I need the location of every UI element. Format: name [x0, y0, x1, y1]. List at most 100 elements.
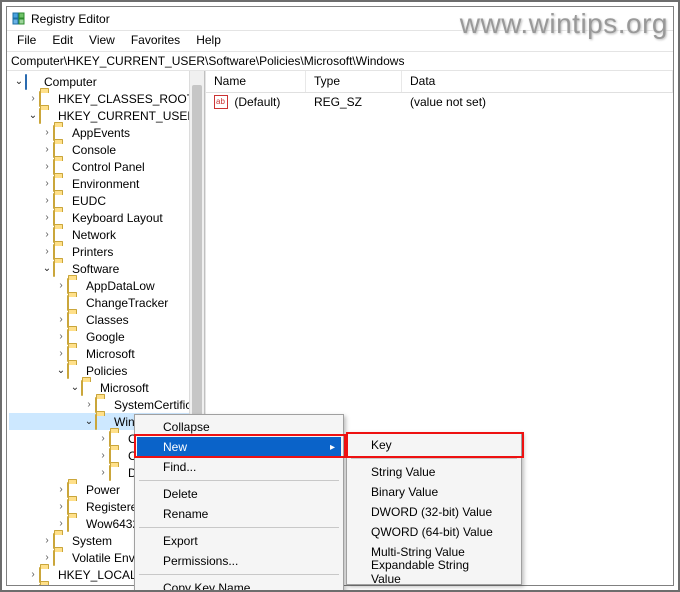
chevron-down-icon[interactable] — [13, 76, 25, 88]
chevron-down-icon[interactable] — [83, 416, 95, 428]
folder-icon — [53, 194, 69, 208]
tree-item[interactable]: Classes — [9, 311, 204, 328]
chevron-right-icon[interactable] — [41, 127, 53, 139]
context-menu-item[interactable]: Permissions... — [137, 551, 341, 571]
tree-item-label: Microsoft — [100, 381, 149, 395]
folder-icon — [109, 432, 125, 446]
context-menu[interactable]: CollapseNewFind... DeleteRename ExportPerm… — [134, 414, 344, 592]
chevron-right-icon[interactable] — [41, 212, 53, 224]
context-submenu-item[interactable]: Binary Value — [349, 482, 519, 502]
titlebar[interactable]: Registry Editor — [7, 7, 673, 31]
context-submenu-item[interactable]: Expandable String Value — [349, 562, 519, 582]
chevron-right-icon[interactable] — [41, 535, 53, 547]
context-menu-item[interactable]: Find... — [137, 457, 341, 477]
col-type[interactable]: Type — [306, 71, 402, 92]
chevron-right-icon[interactable] — [41, 195, 53, 207]
context-submenu-item[interactable]: QWORD (64-bit) Value — [349, 522, 519, 542]
context-submenu[interactable]: Key String ValueBinary ValueDWORD (32-bit… — [346, 432, 522, 585]
tree-item[interactable]: Software — [9, 260, 204, 277]
chevron-right-icon[interactable] — [41, 246, 53, 258]
list-header[interactable]: Name Type Data — [206, 71, 673, 93]
context-menu-item[interactable]: Collapse — [137, 417, 341, 437]
tree-item-label: System — [72, 534, 112, 548]
chevron-right-icon[interactable] — [55, 348, 67, 360]
menu-separator — [139, 480, 339, 481]
chevron-down-icon[interactable] — [69, 382, 81, 394]
tree-item[interactable]: Network — [9, 226, 204, 243]
chevron-right-icon[interactable] — [55, 314, 67, 326]
folder-icon — [81, 381, 97, 395]
address-bar[interactable]: Computer\HKEY_CURRENT_USER\Software\Poli… — [7, 51, 673, 71]
folder-icon — [53, 245, 69, 259]
tree-item[interactable]: Microsoft — [9, 345, 204, 362]
tree-item-label: HKEY_USERS — [58, 585, 139, 586]
tree-item[interactable]: AppDataLow — [9, 277, 204, 294]
chevron-right-icon[interactable] — [97, 450, 109, 462]
tree-item-label: AppDataLow — [86, 279, 155, 293]
tree-item-label: Policies — [86, 364, 127, 378]
tree-item[interactable]: Computer — [9, 73, 204, 90]
chevron-right-icon[interactable] — [97, 433, 109, 445]
tree-item[interactable]: AppEvents — [9, 124, 204, 141]
chevron-right-icon[interactable] — [55, 501, 67, 513]
tree-item[interactable]: Policies — [9, 362, 204, 379]
chevron-down-icon[interactable] — [55, 365, 67, 377]
value-data: (value not set) — [402, 95, 673, 109]
chevron-right-icon[interactable] — [41, 161, 53, 173]
context-menu-item[interactable]: Copy Key Name — [137, 578, 341, 592]
tree-item[interactable]: Google — [9, 328, 204, 345]
chevron-right-icon[interactable] — [41, 229, 53, 241]
menu-help[interactable]: Help — [188, 31, 229, 51]
tree-item[interactable]: Console — [9, 141, 204, 158]
value-type: REG_SZ — [306, 95, 402, 109]
chevron-right-icon[interactable] — [41, 178, 53, 190]
menu-separator — [351, 458, 517, 459]
menu-view[interactable]: View — [81, 31, 123, 51]
tree-item[interactable]: EUDC — [9, 192, 204, 209]
tree-item-label: Classes — [86, 313, 129, 327]
context-menu-item[interactable]: Rename — [137, 504, 341, 524]
chevron-right-icon[interactable] — [83, 399, 95, 411]
menu-edit[interactable]: Edit — [44, 31, 81, 51]
chevron-right-icon[interactable] — [55, 518, 67, 530]
tree-item[interactable]: Keyboard Layout — [9, 209, 204, 226]
folder-icon — [67, 483, 83, 497]
context-menu-item[interactable]: New — [137, 437, 341, 457]
tree-item[interactable]: Microsoft — [9, 379, 204, 396]
menubar: File Edit View Favorites Help — [7, 31, 673, 51]
chevron-right-icon[interactable] — [55, 280, 67, 292]
col-name[interactable]: Name — [206, 71, 306, 92]
chevron-right-icon[interactable] — [41, 552, 53, 564]
chevron-right-icon[interactable] — [27, 93, 39, 105]
chevron-right-icon[interactable] — [55, 331, 67, 343]
context-menu-item[interactable]: Delete — [137, 484, 341, 504]
tree-item-label: ChangeTracker — [86, 296, 168, 310]
list-row[interactable]: (Default) REG_SZ (value not set) — [206, 93, 673, 111]
tree-item[interactable]: HKEY_CURRENT_USER — [9, 107, 204, 124]
col-data[interactable]: Data — [402, 71, 673, 92]
context-submenu-item[interactable]: DWORD (32-bit) Value — [349, 502, 519, 522]
tree-item[interactable]: SystemCertificates — [9, 396, 204, 413]
tree-item[interactable]: HKEY_CLASSES_ROOT — [9, 90, 204, 107]
chevron-right-icon[interactable] — [55, 484, 67, 496]
computer-icon — [25, 75, 41, 89]
tree-item[interactable]: Control Panel — [9, 158, 204, 175]
context-menu-item[interactable]: Export — [137, 531, 341, 551]
chevron-right-icon[interactable] — [97, 467, 109, 479]
chevron-right-icon[interactable] — [41, 144, 53, 156]
menu-favorites[interactable]: Favorites — [123, 31, 188, 51]
folder-icon — [53, 551, 69, 565]
chevron-down-icon[interactable] — [27, 110, 39, 122]
tree-item[interactable]: ChangeTracker — [9, 294, 204, 311]
chevron-right-icon[interactable] — [27, 569, 39, 581]
menu-file[interactable]: File — [9, 31, 44, 51]
chevron-down-icon[interactable] — [41, 263, 53, 275]
window-title: Registry Editor — [31, 12, 110, 26]
tree-item[interactable]: Environment — [9, 175, 204, 192]
tree-item[interactable]: Printers — [9, 243, 204, 260]
context-submenu-item[interactable]: Key — [349, 435, 519, 455]
folder-icon — [53, 160, 69, 174]
tree-item-label: HKEY_CURRENT_USER — [58, 109, 196, 123]
context-submenu-item[interactable]: String Value — [349, 462, 519, 482]
tree-item-label: Network — [72, 228, 116, 242]
